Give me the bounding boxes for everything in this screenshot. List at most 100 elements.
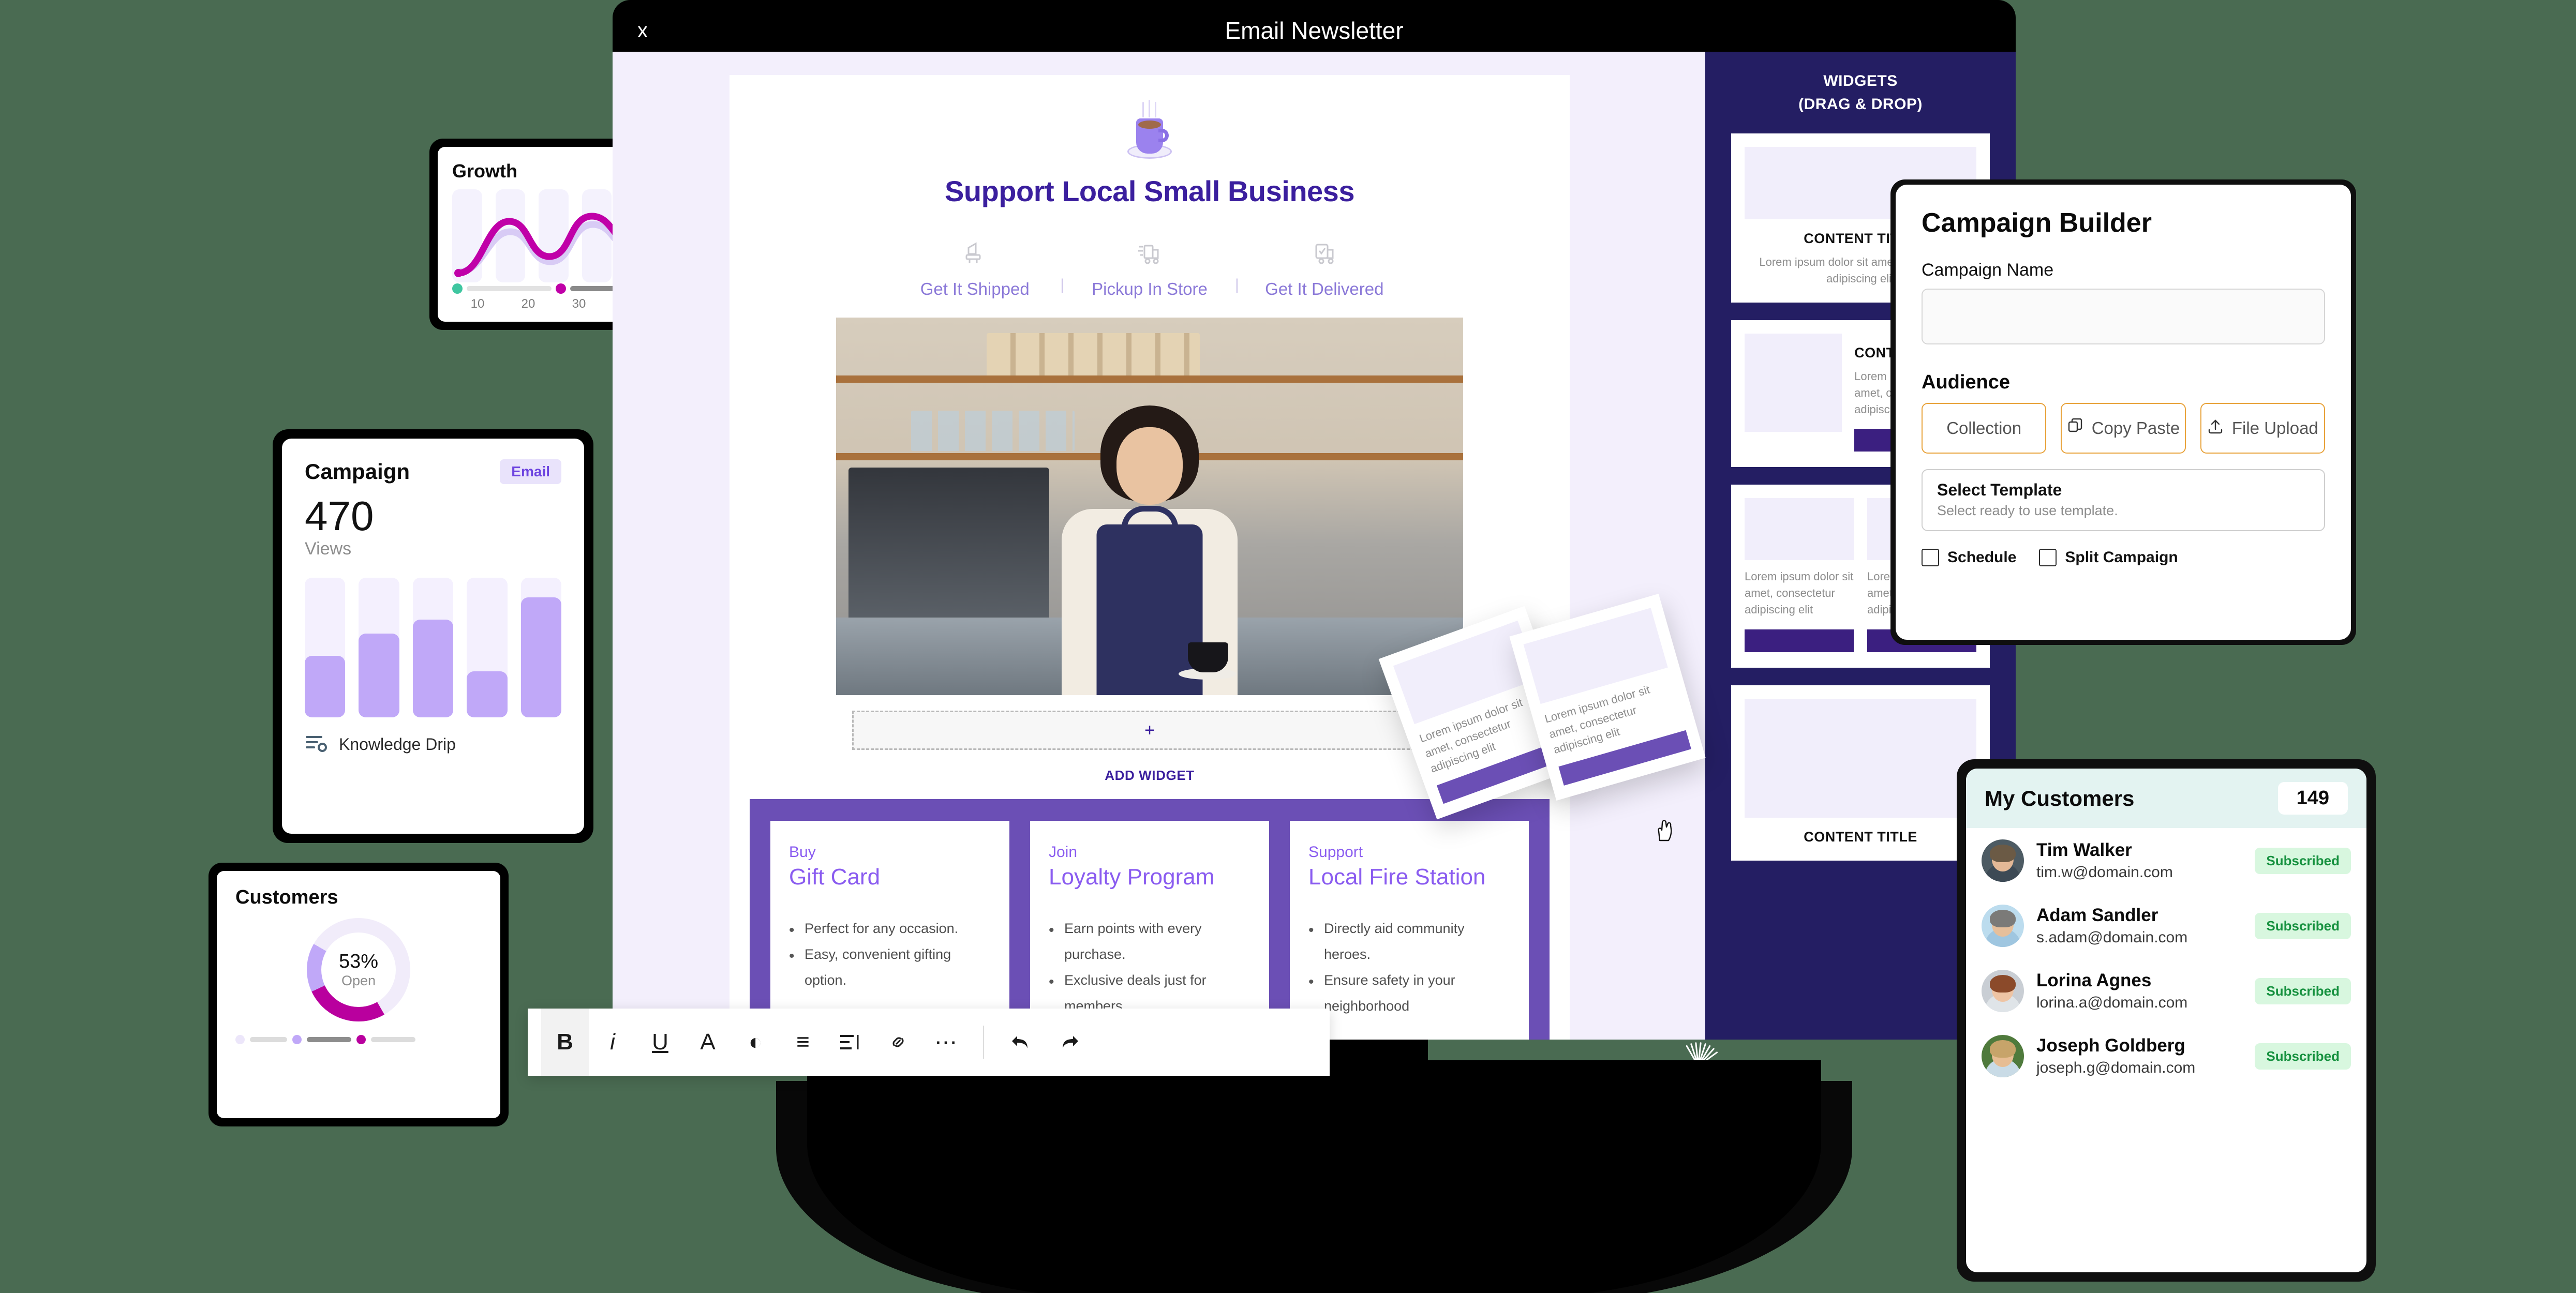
- promo-title: Loyalty Program: [1049, 864, 1215, 890]
- promo-bullet: Earn points with every purchase.: [1049, 916, 1250, 968]
- upload-icon: [2207, 418, 2224, 439]
- campaign-name-label: Campaign Name: [1922, 260, 2054, 280]
- campaign-bar-track: [412, 578, 454, 717]
- customer-name: Adam Sandler: [2036, 905, 2158, 925]
- font-color-icon[interactable]: A: [684, 1009, 732, 1076]
- customers-legend-bar-3: [371, 1037, 415, 1042]
- hero-image-barista: [836, 318, 1463, 695]
- delivery-label: Get It Delivered: [1265, 279, 1384, 298]
- plus-icon: +: [1144, 720, 1155, 740]
- avatar: [1982, 905, 2024, 947]
- customer-row[interactable]: Adam Sandler s.adam@domain.com Subscribe…: [1966, 893, 2366, 958]
- bold-icon[interactable]: B: [541, 1009, 589, 1076]
- screenshot-stage: Growth 10 20 30 Campaign Email 470 Views…: [0, 0, 2576, 1293]
- formatting-toolbar: B i U A ◐ ≡ ⋯: [528, 1009, 1330, 1076]
- customers-legend: [235, 1035, 482, 1044]
- schedule-checkbox[interactable]: Schedule: [1922, 549, 2016, 566]
- avatar: [1982, 970, 2024, 1012]
- split-campaign-checkbox[interactable]: Split Campaign: [2039, 549, 2178, 566]
- campaign-bar-track: [305, 578, 346, 717]
- growth-legend-dot-2: [556, 283, 566, 294]
- customers-legend-bar-1: [250, 1037, 287, 1042]
- add-widget-dropzone[interactable]: +: [852, 711, 1447, 750]
- promo-bullets: Earn points with every purchase. Exclusi…: [1049, 916, 1250, 1019]
- campaign-bar: [305, 656, 346, 717]
- customer-row[interactable]: Lorina Agnes lorina.a@domain.com Subscri…: [1966, 958, 2366, 1024]
- customer-email: joseph.g@domain.com: [2036, 1059, 2196, 1076]
- monitor-window: x Email Newsletter Support Local Small B…: [613, 0, 2016, 1040]
- campaign-header: Campaign Email: [305, 459, 561, 484]
- campaign-views-value: 470: [305, 493, 374, 539]
- campaign-bar: [359, 634, 399, 717]
- audience-option-label: File Upload: [2231, 418, 2318, 438]
- my-customers-count: 149: [2277, 782, 2348, 815]
- promo-bullet: Ensure safety in your neighborhood: [1308, 968, 1510, 1019]
- undo-icon[interactable]: [997, 1009, 1045, 1076]
- widget-cta-button[interactable]: [1745, 629, 1854, 653]
- delivery-option-delivered[interactable]: Get It Delivered: [1239, 235, 1410, 299]
- audience-option-file-upload[interactable]: File Upload: [2200, 403, 2325, 454]
- more-options-icon[interactable]: ⋯: [922, 1009, 970, 1076]
- toolbar-divider: [983, 1026, 984, 1059]
- audience-option-label: Collection: [1946, 418, 2022, 438]
- campaign-bar: [520, 597, 562, 717]
- align-icon[interactable]: ≡: [779, 1009, 827, 1076]
- window-title: Email Newsletter: [1225, 17, 1404, 44]
- campaign-bar: [412, 620, 454, 717]
- line-spacing-icon[interactable]: [827, 1009, 874, 1076]
- promo-card: Buy Gift Card Perfect for any occasion. …: [770, 821, 1009, 1040]
- customers-legend-dot-3: [356, 1035, 366, 1044]
- campaign-bar-track: [359, 578, 399, 717]
- promo-bullets: Perfect for any occasion. Easy, convenie…: [789, 916, 991, 994]
- split-campaign-label: Split Campaign: [2065, 549, 2178, 566]
- growth-axis-tick: 30: [572, 297, 586, 311]
- promo-kicker: Join: [1049, 844, 1078, 861]
- promo-bullet: Perfect for any occasion.: [789, 916, 991, 944]
- audience-option-collection[interactable]: Collection: [1922, 403, 2047, 454]
- underline-icon[interactable]: U: [636, 1009, 684, 1076]
- widget-thumbnail: [1745, 699, 1976, 818]
- contrast-icon[interactable]: ◐: [732, 1009, 779, 1076]
- avatar: [1982, 839, 2024, 882]
- customers-legend-dot-2: [292, 1035, 302, 1044]
- italic-icon[interactable]: i: [589, 1009, 636, 1076]
- customers-open-label: Open: [341, 973, 376, 988]
- campaign-footer-label: Knowledge Drip: [339, 735, 456, 754]
- widget-card[interactable]: CONTENT TITLE: [1731, 685, 1990, 861]
- link-icon[interactable]: [874, 1009, 922, 1076]
- audience-label: Audience: [1922, 371, 2011, 393]
- growth-axis-tick: 10: [470, 297, 485, 311]
- delivery-options: Get It Shipped | Pickup In Store | Get I…: [729, 235, 1570, 299]
- promo-title: Gift Card: [789, 864, 881, 890]
- widgets-title-line1: WIDGETS: [1823, 72, 1898, 89]
- widgets-panel-title: WIDGETS (DRAG & DROP): [1731, 69, 1990, 116]
- builder-checkboxes: Schedule Split Campaign: [1922, 549, 2325, 566]
- delivery-option-shipped[interactable]: Get It Shipped: [889, 235, 1060, 299]
- campaign-builder-panel: Campaign Builder Campaign Name Audience …: [1890, 179, 2356, 645]
- delivery-label: Get It Shipped: [920, 279, 1030, 298]
- select-template-dropdown[interactable]: Select Template Select ready to use temp…: [1922, 469, 2325, 531]
- campaign-footer[interactable]: Knowledge Drip: [305, 734, 561, 755]
- customer-name: Tim Walker: [2036, 840, 2132, 860]
- checkbox-box: [2039, 549, 2057, 566]
- customer-row[interactable]: Joseph Goldberg joseph.g@domain.com Subs…: [1966, 1024, 2366, 1089]
- truck-icon: [1064, 235, 1235, 271]
- audience-option-copy-paste[interactable]: Copy Paste: [2061, 403, 2186, 454]
- email-heading: Support Local Small Business: [945, 175, 1354, 207]
- screen-area: Support Local Small Business Get It Ship…: [613, 52, 2016, 1040]
- status-badge: Subscribed: [2255, 912, 2351, 939]
- growth-legend-dot-1: [452, 283, 463, 294]
- redo-icon[interactable]: [1045, 1009, 1093, 1076]
- customers-legend-bar-2: [307, 1037, 351, 1042]
- my-customers-header: My Customers 149: [1966, 769, 2366, 828]
- campaign-name-input[interactable]: [1922, 289, 2325, 344]
- customer-row[interactable]: Tim Walker tim.w@domain.com Subscribed: [1966, 828, 2366, 893]
- audience-options: Collection Copy Paste File Upload: [1922, 403, 2325, 454]
- delivery-option-pickup[interactable]: Pickup In Store: [1064, 235, 1235, 299]
- close-icon[interactable]: x: [637, 20, 648, 41]
- customer-email: lorina.a@domain.com: [2036, 994, 2188, 1011]
- customer-email: s.adam@domain.com: [2036, 929, 2188, 946]
- my-customers-title: My Customers: [1985, 786, 2135, 810]
- customer-name: Lorina Agnes: [2036, 970, 2152, 990]
- customer-name: Joseph Goldberg: [2036, 1035, 2185, 1056]
